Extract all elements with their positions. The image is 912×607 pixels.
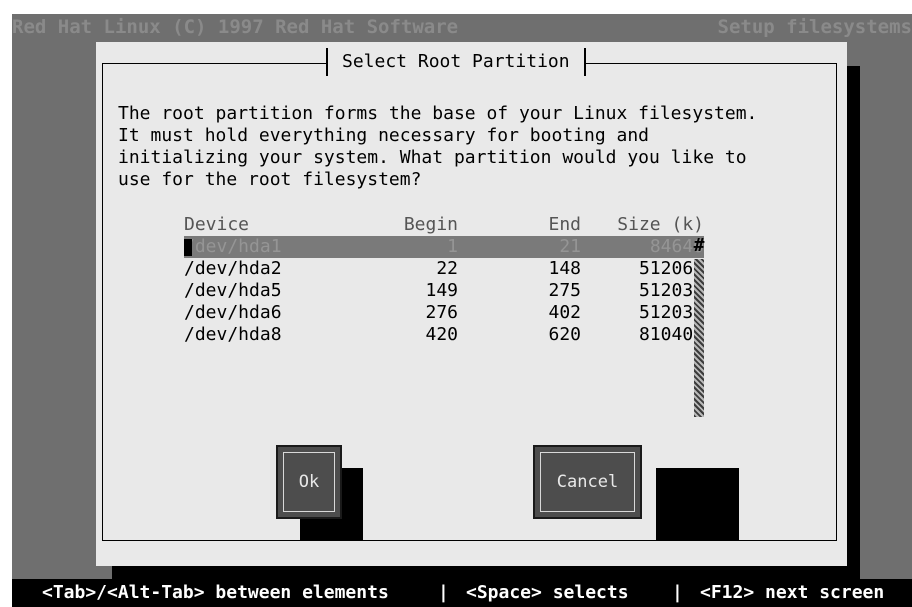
partition-row-hda5[interactable]: /dev/hda5 149 275 512032: [184, 280, 704, 302]
status-separator: |: [438, 582, 449, 603]
tab-hint: <Tab>/<Alt-Tab> between elements: [42, 582, 389, 603]
cancel-button-label[interactable]: Cancel: [540, 452, 635, 512]
top-title-bar: Red Hat Linux (C) 1997 Red Hat Software …: [12, 14, 912, 40]
ok-button-label[interactable]: Ok: [283, 452, 335, 512]
row-end: 21: [559, 236, 581, 257]
dialog-description: The root partition forms the base of you…: [118, 103, 758, 190]
partition-list-scrollbar[interactable]: #: [692, 235, 706, 417]
setup-stage-label: Setup filesystems: [717, 16, 912, 38]
partition-row-hda1[interactable]: /dev/hda1 1 21 84640: [184, 236, 704, 258]
text-cursor: [184, 239, 192, 256]
row-device: /dev/hda5: [184, 280, 282, 301]
partition-row-hda2[interactable]: /dev/hda2 22 148 512064: [184, 258, 704, 280]
scrollbar-track[interactable]: [694, 259, 704, 417]
f12-hint: <F12> next screen: [700, 582, 885, 603]
cancel-button-shadow: [656, 468, 739, 541]
partition-list-header: Device Begin End Size (k): [184, 214, 704, 236]
row-device: /dev/hda1: [184, 236, 282, 257]
space-hint: <Space> selects: [466, 582, 629, 603]
select-root-partition-dialog: Select Root Partition The root partition…: [96, 42, 847, 566]
row-begin: 276: [425, 302, 458, 323]
row-end: 620: [548, 324, 581, 345]
column-begin: Begin: [403, 214, 458, 235]
partition-row-hda8[interactable]: /dev/hda8 420 620 810400: [184, 324, 704, 346]
column-size: Size (k): [617, 214, 704, 235]
text-mode-screen: Red Hat Linux (C) 1997 Red Hat Software …: [12, 14, 912, 607]
ok-button[interactable]: Ok: [276, 445, 342, 519]
scrollbar-thumb[interactable]: #: [692, 235, 706, 257]
status-separator: |: [672, 582, 683, 603]
row-device: /dev/hda2: [184, 258, 282, 279]
row-begin: 22: [436, 258, 458, 279]
row-device: /dev/hda6: [184, 302, 282, 323]
partition-list[interactable]: Device Begin End Size (k) /dev/hda1 1 21…: [184, 214, 704, 346]
column-device: Device: [184, 214, 250, 235]
help-status-bar: <Tab>/<Alt-Tab> between elements | <Spac…: [12, 579, 912, 607]
partition-row-hda6[interactable]: /dev/hda6 276 402 512032: [184, 302, 704, 324]
row-end: 402: [548, 302, 581, 323]
row-begin: 1: [447, 236, 458, 257]
dialog-title: Select Root Partition: [326, 48, 586, 76]
row-begin: 420: [425, 324, 458, 345]
distro-copyright: Red Hat Linux (C) 1997 Red Hat Software: [12, 16, 459, 38]
row-begin: 149: [425, 280, 458, 301]
row-device: /dev/hda8: [184, 324, 282, 345]
cancel-button[interactable]: Cancel: [533, 445, 642, 519]
row-end: 275: [548, 280, 581, 301]
row-end: 148: [548, 258, 581, 279]
column-end: End: [548, 214, 581, 235]
